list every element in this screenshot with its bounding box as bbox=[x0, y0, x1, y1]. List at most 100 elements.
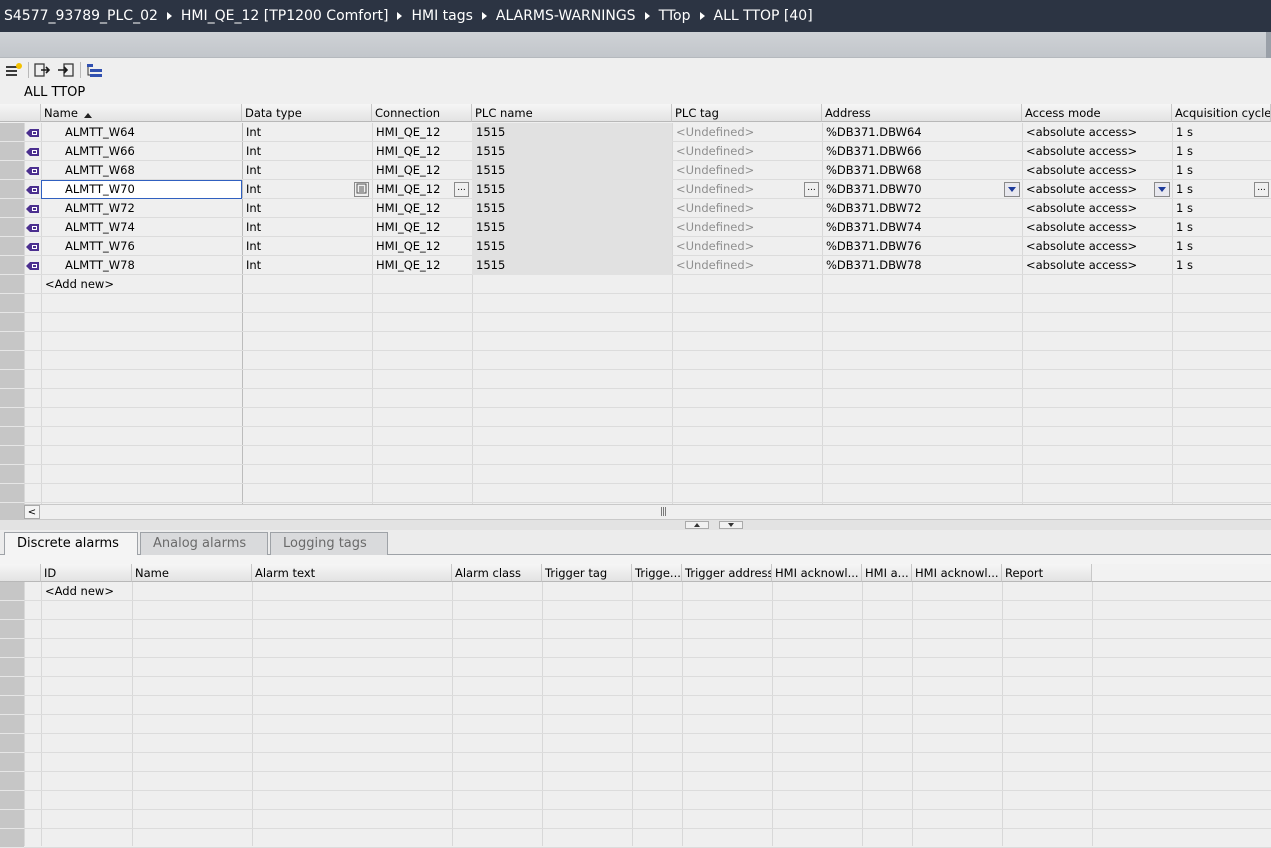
tab-logging-tags[interactable]: Logging tags bbox=[270, 532, 388, 555]
cell-acquisition-cycle[interactable]: 1 s bbox=[1172, 161, 1271, 180]
row-header[interactable] bbox=[0, 484, 24, 503]
cell-data-type[interactable]: Int bbox=[242, 123, 372, 142]
cell-data-type[interactable]: Int bbox=[242, 218, 372, 237]
cell-connection[interactable]: HMI_QE_12 bbox=[372, 199, 472, 218]
header-alarm-text[interactable]: Alarm text bbox=[252, 564, 452, 582]
cell-plc-tag[interactable]: <Undefined> bbox=[672, 161, 822, 180]
cell-access-mode[interactable]: <absolute access> bbox=[1022, 123, 1172, 142]
row-header[interactable] bbox=[0, 810, 24, 829]
cell-data-type[interactable]: Int bbox=[242, 161, 372, 180]
horizontal-scrollbar[interactable] bbox=[24, 504, 1271, 520]
scroll-left-button[interactable]: < bbox=[24, 505, 40, 519]
cell-access-mode[interactable]: <absolute access> bbox=[1022, 161, 1172, 180]
cell-name[interactable]: ALMTT_W72 bbox=[41, 199, 242, 218]
cell-plc-tag[interactable]: <Undefined> bbox=[672, 180, 822, 199]
row-header[interactable] bbox=[0, 408, 24, 427]
cell-plc-name[interactable]: 1515 bbox=[472, 218, 672, 237]
cell-connection[interactable]: HMI_QE_12 bbox=[372, 256, 472, 275]
cell-name[interactable]: ALMTT_W78 bbox=[41, 256, 242, 275]
header-id[interactable]: ID bbox=[41, 564, 132, 582]
breadcrumb-item-ttop[interactable]: TTop bbox=[659, 8, 691, 24]
cell-address[interactable]: %DB371.DBW64 bbox=[822, 123, 1022, 142]
cell-plc-name[interactable]: 1515 bbox=[472, 123, 672, 142]
header-col-data-type[interactable]: Data type bbox=[242, 104, 372, 122]
cell-acquisition-cycle[interactable]: 1 s bbox=[1172, 199, 1271, 218]
cell-address[interactable]: %DB371.DBW66 bbox=[822, 142, 1022, 161]
row-header[interactable] bbox=[0, 791, 24, 810]
splitter-down-button[interactable] bbox=[719, 521, 743, 529]
row-header[interactable] bbox=[0, 639, 24, 658]
access-mode-dropdown-button[interactable] bbox=[1154, 182, 1170, 197]
breadcrumb-item-alarms-warnings[interactable]: ALARMS-WARNINGS bbox=[496, 8, 636, 24]
cell-plc-tag[interactable]: <Undefined> bbox=[672, 142, 822, 161]
breadcrumb-item-device[interactable]: HMI_QE_12 [TP1200 Comfort] bbox=[181, 8, 389, 24]
cell-address[interactable]: %DB371.DBW68 bbox=[822, 161, 1022, 180]
header-hmi-ack-address[interactable]: HMI acknowl... bbox=[912, 564, 1002, 582]
row-header[interactable] bbox=[0, 715, 24, 734]
header-alarm-class[interactable]: Alarm class bbox=[452, 564, 542, 582]
add-tag-icon[interactable] bbox=[5, 62, 23, 78]
cell-access-mode[interactable]: <absolute access> bbox=[1022, 218, 1172, 237]
cell-plc-tag[interactable]: <Undefined> bbox=[672, 237, 822, 256]
import-icon[interactable] bbox=[57, 62, 75, 78]
cell-access-mode[interactable]: <absolute access> bbox=[1022, 142, 1172, 161]
data-type-picker-button[interactable] bbox=[354, 182, 369, 197]
cell-name[interactable]: ALMTT_W76 bbox=[41, 237, 242, 256]
cell-address[interactable]: %DB371.DBW78 bbox=[822, 256, 1022, 275]
scroll-grip-icon[interactable]: ||| bbox=[660, 507, 667, 517]
cell-plc-name[interactable]: 1515 bbox=[472, 256, 672, 275]
cell-plc-name[interactable]: 1515 bbox=[472, 161, 672, 180]
cell-name[interactable]: ALMTT_W64 bbox=[41, 123, 242, 142]
cell-connection[interactable]: HMI_QE_12 bbox=[372, 218, 472, 237]
cell-plc-tag[interactable]: <Undefined> bbox=[672, 256, 822, 275]
cell-acquisition-cycle[interactable]: 1 s bbox=[1172, 237, 1271, 256]
cell-plc-tag[interactable]: <Undefined> bbox=[672, 218, 822, 237]
cell-connection[interactable]: HMI_QE_12 bbox=[372, 161, 472, 180]
cell-plc-name[interactable]: 1515 bbox=[472, 180, 672, 199]
cell-plc-name[interactable]: 1515 bbox=[472, 142, 672, 161]
cell-plc-tag[interactable]: <Undefined> bbox=[672, 123, 822, 142]
header-col-address[interactable]: Address bbox=[822, 104, 1022, 122]
row-header[interactable] bbox=[0, 218, 24, 237]
row-header[interactable] bbox=[0, 772, 24, 791]
cell-plc-name[interactable]: 1515 bbox=[472, 237, 672, 256]
row-header[interactable] bbox=[0, 370, 24, 389]
cell-name[interactable]: ALMTT_W66 bbox=[41, 142, 242, 161]
header-trigger-address[interactable]: Trigger address bbox=[682, 564, 772, 582]
row-header[interactable] bbox=[0, 294, 24, 313]
row-header[interactable] bbox=[0, 161, 24, 180]
header-hmi-ack-tag[interactable]: HMI acknowl... bbox=[772, 564, 862, 582]
row-header[interactable] bbox=[0, 753, 24, 772]
header-report[interactable]: Report bbox=[1002, 564, 1092, 582]
cell-acquisition-cycle[interactable]: 1 s bbox=[1172, 218, 1271, 237]
cell-name[interactable]: ALMTT_W74 bbox=[41, 218, 242, 237]
header-col-plc-tag[interactable]: PLC tag bbox=[672, 104, 822, 122]
header-col-name[interactable]: Name bbox=[41, 104, 242, 122]
row-header[interactable] bbox=[0, 275, 24, 294]
acquisition-cycle-browse-button[interactable]: ... bbox=[1254, 182, 1269, 197]
row-header[interactable] bbox=[0, 582, 24, 601]
row-header[interactable] bbox=[0, 601, 24, 620]
cell-address[interactable]: %DB371.DBW70 bbox=[822, 180, 1022, 199]
breadcrumb-item-hmi-tags[interactable]: HMI tags bbox=[411, 8, 472, 24]
row-header[interactable] bbox=[0, 389, 24, 408]
row-header[interactable] bbox=[0, 446, 24, 465]
cell-data-type[interactable]: Int bbox=[242, 256, 372, 275]
header-col-connection[interactable]: Connection bbox=[372, 104, 472, 122]
row-header[interactable] bbox=[0, 620, 24, 639]
row-header[interactable] bbox=[0, 677, 24, 696]
header-trigger-bit[interactable]: Trigge... bbox=[632, 564, 682, 582]
cell-access-mode[interactable]: <absolute access> bbox=[1022, 199, 1172, 218]
header-col-plc-name[interactable]: PLC name bbox=[472, 104, 672, 122]
cell-address[interactable]: %DB371.DBW76 bbox=[822, 237, 1022, 256]
monitor-tags-icon[interactable] bbox=[86, 62, 104, 78]
cell-connection[interactable]: HMI_QE_12 bbox=[372, 237, 472, 256]
row-header[interactable] bbox=[0, 465, 24, 484]
cell-data-type[interactable]: Int bbox=[242, 199, 372, 218]
row-header[interactable] bbox=[0, 658, 24, 677]
row-header[interactable] bbox=[0, 351, 24, 370]
cell-connection[interactable]: HMI_QE_12 bbox=[372, 142, 472, 161]
row-header[interactable] bbox=[0, 734, 24, 753]
address-dropdown-button[interactable] bbox=[1004, 182, 1020, 197]
cell-acquisition-cycle[interactable]: 1 s bbox=[1172, 142, 1271, 161]
